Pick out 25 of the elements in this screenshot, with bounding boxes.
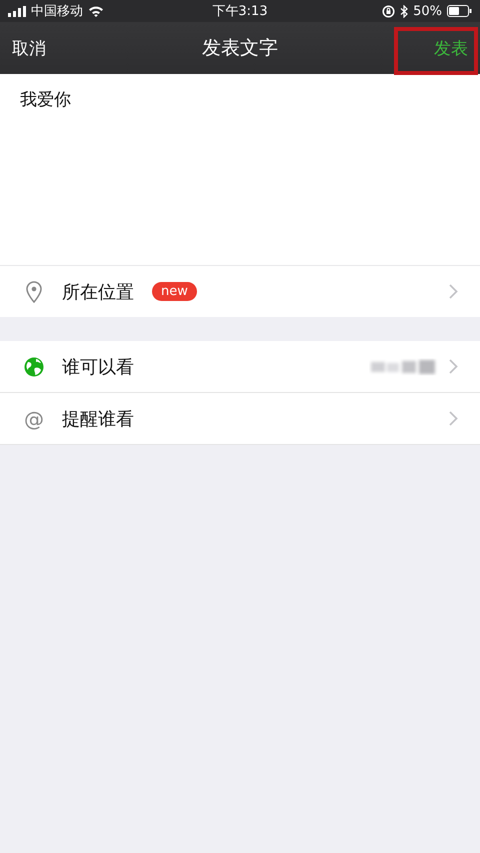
chevron-icon [449,284,458,299]
visibility-row[interactable]: 谁可以看 [0,341,480,392]
chevron-icon [449,411,458,426]
new-badge: new [152,282,197,301]
post-text-field[interactable]: 我爱你 [20,88,71,111]
signal-icon [8,6,26,16]
clock-time: 下午3:13 [212,3,268,20]
rotation-lock-icon [382,4,396,18]
cancel-button[interactable]: 取消 [12,32,46,64]
location-label: 所在位置 [62,280,134,304]
battery-icon [447,5,472,17]
bluetooth-icon [400,4,408,18]
wifi-icon [88,5,104,17]
page-title: 发表文字 [202,36,278,61]
globe-icon [24,356,44,376]
battery-percent: 50% [413,4,442,18]
chevron-icon [449,359,458,374]
mention-row[interactable]: @ 提醒谁看 [0,392,480,444]
carrier-name: 中国移动 [31,3,83,20]
post-button[interactable]: 发表 [434,32,468,64]
option-label: 谁可以看 [62,356,134,378]
location-row[interactable]: 所在位置 new [0,265,480,317]
at-sign-icon: @ [24,406,44,430]
option-label: 提醒谁看 [62,408,134,430]
location-pin-icon [24,280,44,302]
